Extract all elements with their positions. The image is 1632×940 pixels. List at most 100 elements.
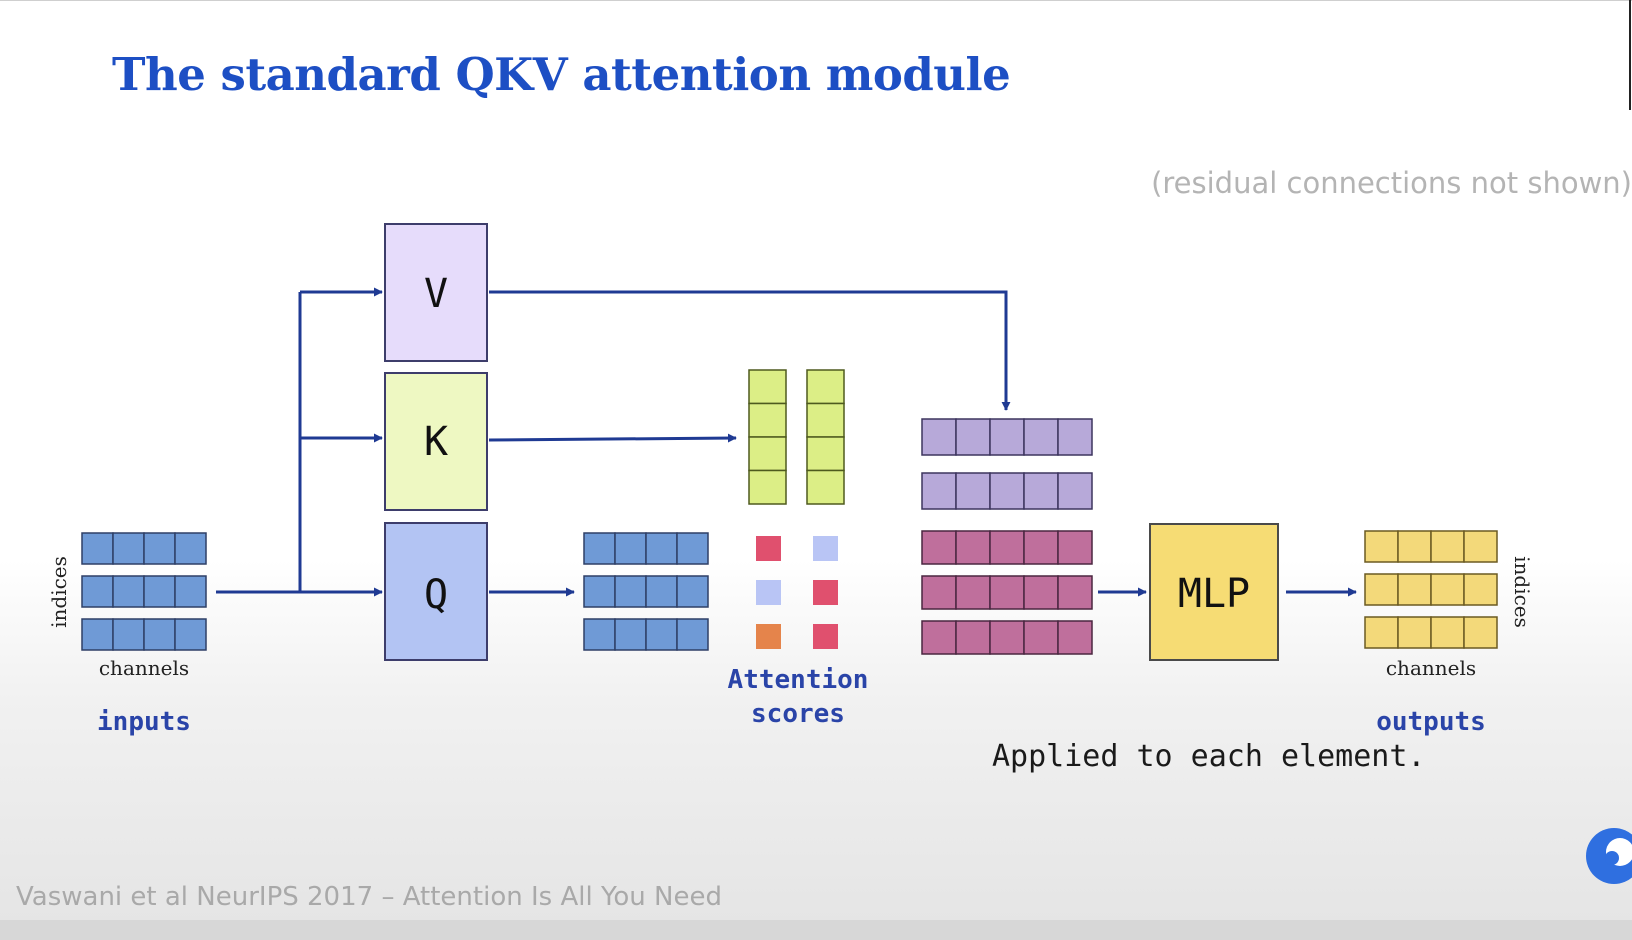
outputs-grid: [1364, 530, 1498, 649]
query-cell: [676, 575, 709, 608]
attention-score-squares: [756, 536, 838, 649]
bottom-bar: [0, 920, 1632, 940]
attention-score-square: [756, 580, 781, 605]
inputs-channels-label: channels: [99, 656, 189, 680]
weighted-value-cell: [921, 575, 957, 610]
value-cell: [989, 418, 1025, 456]
input-cell: [112, 532, 145, 565]
key-cell: [806, 369, 845, 405]
weighted-value-cell: [1057, 530, 1093, 565]
key-cell: [748, 436, 787, 472]
inputs-grid: [81, 532, 207, 651]
attention-score-square: [756, 624, 781, 649]
value-cell: [989, 472, 1025, 510]
q-box: Q: [384, 522, 488, 661]
key-cell: [748, 469, 787, 505]
output-cell: [1397, 530, 1432, 563]
attention-diagram: V K Q MLP indices channels inputs Attent…: [47, 223, 1632, 884]
key-cell: [806, 436, 845, 472]
value-cell: [1057, 418, 1093, 456]
input-cell: [174, 532, 207, 565]
query-cell: [676, 618, 709, 651]
output-cell: [1430, 616, 1465, 649]
input-cell: [143, 532, 176, 565]
key-cell: [748, 402, 787, 438]
input-cell: [81, 618, 114, 651]
input-cell: [81, 532, 114, 565]
value-cell: [1023, 472, 1059, 510]
weighted-value-cell: [955, 575, 991, 610]
value-cell: [955, 472, 991, 510]
query-cell: [645, 575, 678, 608]
weighted-value-cell: [1023, 620, 1059, 655]
inputs-label: inputs: [97, 707, 191, 737]
weighted-value-cell: [1057, 575, 1093, 610]
outputs-indices-label: indices: [1510, 556, 1534, 628]
input-cell: [112, 618, 145, 651]
input-cell: [174, 575, 207, 608]
weighted-value-cell: [989, 620, 1025, 655]
arrow-v-to-values: [489, 290, 1011, 411]
q-label: Q: [424, 572, 448, 618]
value-cell: [955, 418, 991, 456]
key-columns: [748, 369, 845, 505]
output-cell: [1430, 530, 1465, 563]
query-cell: [614, 575, 647, 608]
value-cell: [921, 472, 957, 510]
weighted-value-rows: [921, 530, 1093, 655]
applied-caption: Applied to each element.: [992, 739, 1425, 774]
value-cell: [1023, 418, 1059, 456]
value-rows: [921, 418, 1093, 510]
v-label: V: [424, 271, 448, 317]
outputs-channels-label: channels: [1386, 656, 1476, 680]
attention-score-square: [813, 536, 838, 561]
k-label: K: [424, 419, 448, 465]
outputs-label: outputs: [1376, 707, 1486, 737]
output-cell: [1364, 530, 1399, 563]
weighted-value-cell: [989, 575, 1025, 610]
input-cell: [143, 618, 176, 651]
inputs-indices-label: indices: [47, 556, 71, 628]
attention-score-square: [813, 624, 838, 649]
weighted-value-cell: [921, 530, 957, 565]
key-cell: [806, 402, 845, 438]
attention-scores-label-line2: scores: [751, 699, 845, 729]
query-cell: [645, 532, 678, 565]
v-box: V: [384, 223, 488, 362]
slide: The standard QKV attention module (resid…: [0, 0, 1632, 940]
output-cell: [1364, 573, 1399, 606]
query-cell: [583, 575, 616, 608]
query-output-grid: [583, 532, 709, 651]
citation-footer: Vaswani et al NeurIPS 2017 – Attention I…: [16, 882, 722, 912]
value-cell: [921, 418, 957, 456]
k-box: K: [384, 372, 488, 511]
brand-swirl-icon: [1586, 828, 1632, 884]
output-cell: [1397, 616, 1432, 649]
query-cell: [583, 532, 616, 565]
query-cell: [583, 618, 616, 651]
key-cell: [748, 369, 787, 405]
weighted-value-cell: [989, 530, 1025, 565]
output-cell: [1463, 530, 1498, 563]
mlp-box: MLP: [1149, 523, 1279, 661]
query-cell: [645, 618, 678, 651]
weighted-value-cell: [1057, 620, 1093, 655]
attention-score-square: [813, 580, 838, 605]
mlp-label: MLP: [1178, 571, 1250, 617]
input-cell: [174, 618, 207, 651]
output-cell: [1430, 573, 1465, 606]
query-cell: [614, 618, 647, 651]
weighted-value-cell: [1023, 530, 1059, 565]
weighted-value-cell: [1023, 575, 1059, 610]
output-cell: [1463, 573, 1498, 606]
weighted-value-cell: [955, 620, 991, 655]
query-cell: [614, 532, 647, 565]
output-cell: [1463, 616, 1498, 649]
arrow-k-to-keys: [488, 433, 737, 443]
input-cell: [112, 575, 145, 608]
output-cell: [1364, 616, 1399, 649]
input-cell: [143, 575, 176, 608]
query-cell: [676, 532, 709, 565]
weighted-value-cell: [921, 620, 957, 655]
value-cell: [1057, 472, 1093, 510]
